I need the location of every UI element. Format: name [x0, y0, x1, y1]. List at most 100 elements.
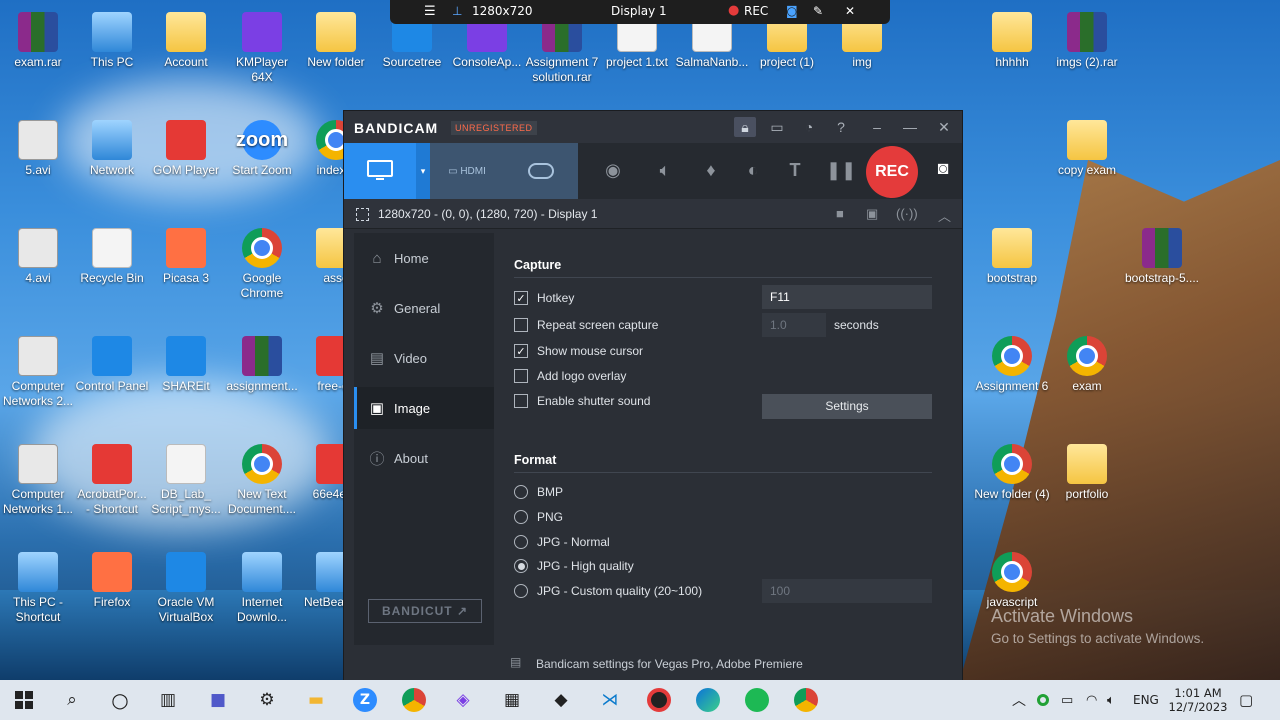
desktop-icon[interactable]: Computer Networks 2... [0, 336, 76, 409]
collapse-icon[interactable]: ︿ [938, 206, 951, 225]
desktop-icon[interactable]: bootstrap [974, 228, 1050, 286]
desktop-icon[interactable]: AcrobatPor... - Shortcut [74, 444, 150, 517]
desktop-icon[interactable]: javascript [974, 552, 1050, 610]
bandicam-taskbar-icon[interactable] [644, 686, 674, 714]
clock[interactable]: 1:01 AM 12/7/2023 [1169, 680, 1228, 720]
desktop-icon[interactable]: copy exam [1049, 120, 1125, 178]
lock-icon[interactable]: 🔒︎ [734, 117, 756, 137]
game-mode-button[interactable] [504, 143, 578, 199]
folder-icon[interactable]: ▭ [766, 117, 788, 137]
volume-icon[interactable]: 🔈︎ [1107, 680, 1115, 720]
desktop-icon[interactable]: zoom Start Zoom [224, 120, 300, 178]
format-option-jpg-normal[interactable]: JPG - Normal [514, 535, 610, 549]
repeat-interval-field[interactable]: 1.0 [762, 313, 826, 337]
sidebar-item-image[interactable]: ▣ Image [354, 387, 494, 429]
search-icon[interactable]: ⌕ [57, 686, 87, 714]
desktop-icon[interactable]: portfolio [1049, 444, 1125, 502]
desktop-icon[interactable]: 5.avi [0, 120, 76, 178]
screenshot-camera-icon[interactable]: ◙ [930, 158, 956, 184]
format-option-bmp[interactable]: BMP [514, 485, 563, 499]
desktop-icon[interactable]: This PC - Shortcut [0, 552, 76, 625]
desktop-icon[interactable]: Google Chrome [224, 228, 300, 301]
desktop-icon[interactable]: Internet Downlo... [224, 552, 300, 625]
rec-button[interactable]: REC [866, 146, 918, 198]
desktop-icon[interactable]: imgs (2).rar [1049, 12, 1125, 70]
close-icon[interactable]: ✕ [845, 4, 855, 18]
camera-icon[interactable]: ◙ [786, 4, 798, 18]
visual-studio-icon[interactable]: ◈ [448, 686, 478, 714]
spotify-icon[interactable] [742, 686, 772, 714]
windows-start-icon[interactable] [9, 686, 39, 714]
vscode-icon[interactable]: ⋊ [595, 686, 625, 714]
desktop-icon[interactable]: New Text Document.... [224, 444, 300, 517]
shutter-sound-checkbox[interactable]: Enable shutter sound [514, 394, 650, 408]
image-capture-icon[interactable]: ▣ [866, 206, 878, 222]
desktop-icon[interactable]: This PC [74, 12, 150, 70]
desktop-icon[interactable]: bootstrap-5.... [1124, 228, 1200, 286]
show-mouse-checkbox[interactable]: ✓ Show mouse cursor [514, 344, 643, 358]
battery-icon[interactable]: ▭ [1061, 680, 1073, 720]
wifi-icon[interactable]: ◠ [1086, 680, 1097, 720]
teams-icon[interactable]: ■ [203, 686, 233, 714]
shutter-settings-button[interactable]: Settings [762, 394, 932, 419]
video-camera-icon[interactable]: ■ [836, 206, 844, 221]
desktop-icon[interactable]: New folder [298, 12, 374, 70]
desktop-icon[interactable]: Firefox [74, 552, 150, 610]
desktop-icon[interactable]: 4.avi [0, 228, 76, 286]
desktop-icon[interactable]: Picasa 3 [148, 228, 224, 286]
repeat-capture-checkbox[interactable]: Repeat screen capture [514, 318, 658, 332]
format-option-jpg-custom[interactable]: JPG - Custom quality (20~100) [514, 584, 702, 598]
device-mode-button[interactable]: ▭ HDMI [430, 143, 504, 199]
clock-icon[interactable]: ◔ [798, 117, 820, 137]
mouse-effect-icon[interactable]: ◐ [738, 155, 768, 185]
help-icon[interactable]: ? [830, 117, 852, 137]
desktop-icon[interactable]: Network [74, 120, 150, 178]
desktop-icon[interactable]: SHAREit [148, 336, 224, 394]
desktop-icon[interactable]: DB_Lab_ Script_mys... [148, 444, 224, 517]
custom-quality-field[interactable]: 100 [762, 579, 932, 603]
security-shield-icon[interactable]: ◆ [546, 686, 576, 714]
hotkey-field[interactable]: F11 [762, 285, 932, 309]
footer-bar[interactable]: ▤ Bandicam settings for Vegas Pro, Adobe… [344, 648, 962, 680]
mode-dropdown-button[interactable]: ▾ [416, 143, 430, 199]
broadcast-icon[interactable]: ((·)) [896, 206, 918, 221]
minimize-icon[interactable]: — [899, 117, 921, 137]
desktop-icon[interactable]: Recycle Bin [74, 228, 150, 286]
desktop-icon[interactable]: hhhhh [974, 12, 1050, 70]
pin-icon[interactable]: ⊥ [452, 4, 462, 18]
format-option-png[interactable]: PNG [514, 510, 563, 524]
file-explorer-icon[interactable]: ▬ [301, 686, 331, 714]
close-icon[interactable]: ✕ [933, 117, 955, 137]
pencil-icon[interactable]: ✎ [813, 4, 823, 18]
chrome-profile-icon[interactable] [791, 686, 821, 714]
desktop-icon[interactable]: exam.rar [0, 12, 76, 70]
webcam-icon[interactable]: ◉ [598, 155, 628, 185]
task-view-icon[interactable]: ▥ [153, 686, 183, 714]
tray-app-icon[interactable] [1037, 680, 1049, 720]
settings-gear-icon[interactable]: ⚙ [252, 686, 282, 714]
logo-overlay-checkbox[interactable]: Add logo overlay [514, 369, 626, 383]
desktop-icon[interactable]: Account [148, 12, 224, 70]
screen-mode-button[interactable] [344, 143, 416, 199]
chrome-icon[interactable] [399, 686, 429, 714]
sidebar-item-general[interactable]: ⚙ General [354, 287, 494, 329]
menu-icon[interactable]: ☰ [424, 4, 436, 19]
sidebar-item-home[interactable]: ⌂ Home [354, 237, 494, 279]
selection-icon[interactable] [356, 208, 369, 221]
format-option-jpg-high[interactable]: JPG - High quality [514, 559, 634, 573]
desktop-icon[interactable]: KMPlayer 64X [224, 12, 300, 85]
minimize-tray-icon[interactable]: ‒ [866, 117, 888, 137]
desktop-icon[interactable]: Oracle VM VirtualBox [148, 552, 224, 625]
desktop-icon[interactable]: Computer Networks 1... [0, 444, 76, 517]
edge-icon[interactable] [693, 686, 723, 714]
desktop-icon[interactable]: GOM Player [148, 120, 224, 178]
zoom-icon[interactable]: Z [350, 686, 380, 714]
bandicut-button[interactable]: BANDICUT ↗ [368, 599, 482, 623]
language-indicator[interactable]: ENG [1133, 680, 1159, 720]
calculator-icon[interactable]: ▦ [497, 686, 527, 714]
notification-icon[interactable]: ▢ [1239, 680, 1253, 720]
sidebar-item-about[interactable]: ⓘ About [354, 437, 494, 479]
desktop-icon[interactable]: New folder (4) [974, 444, 1050, 502]
desktop-icon[interactable]: assignment... [224, 336, 300, 394]
pause-icon[interactable]: ❚❚ [826, 155, 856, 185]
